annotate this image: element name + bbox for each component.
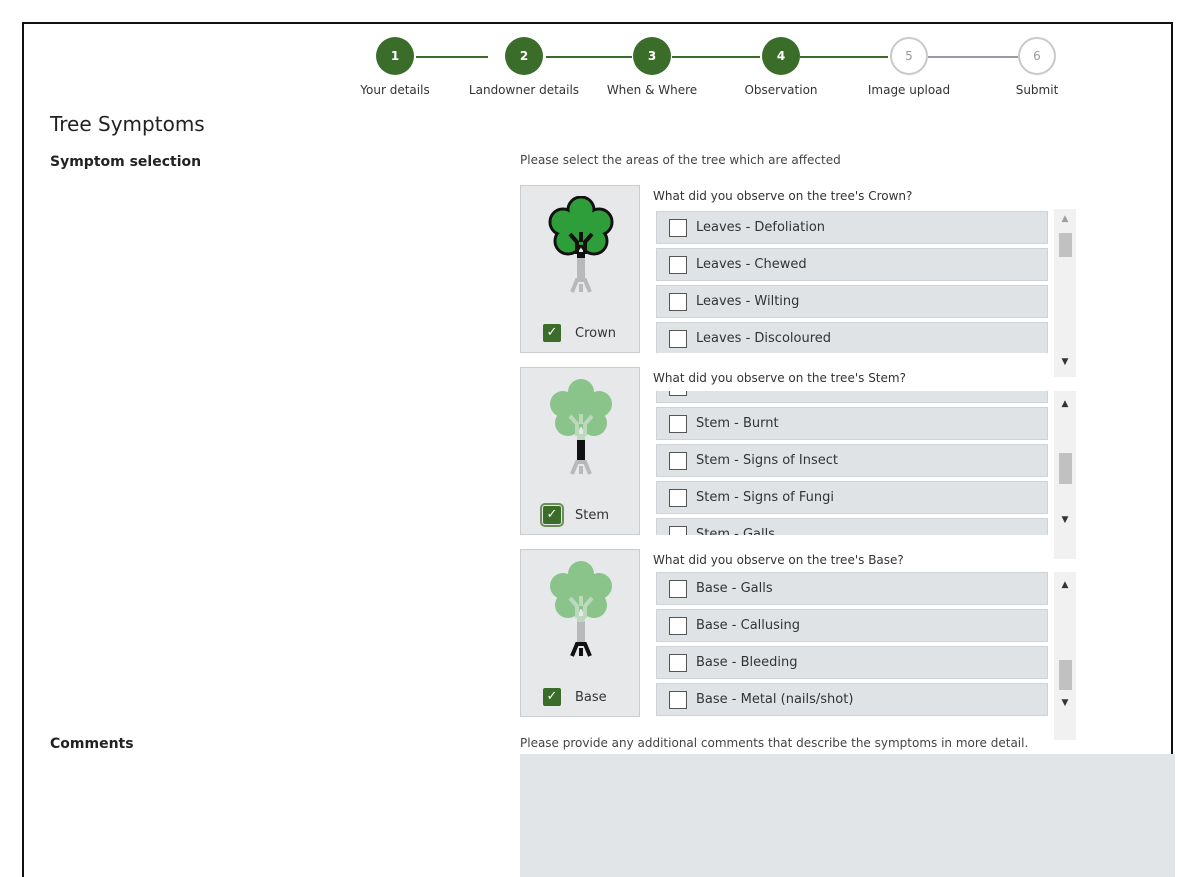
- option-checkbox[interactable]: [669, 653, 687, 672]
- base-scrollbar[interactable]: ▲ ▼: [1054, 572, 1076, 740]
- step-landowner-details[interactable]: 2 Landowner details: [454, 37, 594, 97]
- step-submit[interactable]: 6 Submit: [967, 37, 1107, 97]
- tree-crown-highlight-icon: [548, 196, 614, 293]
- list-item[interactable]: Leaves - Chewed: [656, 248, 1048, 281]
- option-checkbox[interactable]: [669, 292, 687, 311]
- checkbox-checked-icon: ✓: [543, 688, 561, 706]
- option-checkbox[interactable]: [669, 391, 687, 396]
- step-number: 4: [762, 37, 800, 75]
- option-label: Leaves - Wilting: [696, 294, 800, 309]
- option-label: Base - Metal (nails/shot): [696, 692, 854, 707]
- option-checkbox[interactable]: [669, 329, 687, 348]
- tree-stem-highlight-icon: [550, 379, 612, 475]
- list-item[interactable]: Leaves - Defoliation: [656, 211, 1048, 244]
- option-checkbox[interactable]: [669, 218, 687, 237]
- list-item[interactable]: Base - Metal (nails/shot): [656, 683, 1048, 716]
- option-checkbox[interactable]: [669, 616, 687, 635]
- stem-label: Stem: [575, 507, 610, 523]
- scroll-down-icon[interactable]: ▼: [1054, 698, 1076, 708]
- option-label: Stem - Burnt: [696, 416, 779, 431]
- list-item[interactable]: Leaves - Wilting: [656, 285, 1048, 318]
- scroll-down-icon[interactable]: ▼: [1054, 357, 1076, 367]
- scroll-up-icon[interactable]: ▲: [1054, 580, 1076, 590]
- step-label: Submit: [1015, 83, 1059, 97]
- list-item[interactable]: Base - Callusing: [656, 609, 1048, 642]
- stem-checkbox[interactable]: ✓ Stem: [540, 503, 610, 527]
- crown-scrollbar[interactable]: ▲ ▼: [1054, 209, 1076, 377]
- step-number: 6: [1018, 37, 1056, 75]
- form-frame: 1 Your details 2 Landowner details 3 Whe…: [22, 22, 1175, 877]
- option-checkbox[interactable]: [669, 690, 687, 709]
- step-number: 2: [505, 37, 543, 75]
- scroll-up-icon[interactable]: ▲: [1054, 214, 1076, 224]
- checkbox-checked-icon: ✓: [543, 324, 561, 342]
- list-item[interactable]: Stem - Galls: [656, 518, 1048, 535]
- option-checkbox[interactable]: [669, 579, 687, 598]
- scroll-up-icon[interactable]: ▲: [1054, 399, 1076, 409]
- step-when-where[interactable]: 3 When & Where: [582, 37, 722, 97]
- step-observation[interactable]: 4 Observation: [711, 37, 851, 97]
- stem-selector[interactable]: ✓ Stem: [520, 367, 640, 535]
- step-your-details[interactable]: 1 Your details: [325, 37, 465, 97]
- list-item[interactable]: Stem - Signs of Insect: [656, 444, 1048, 477]
- scroll-down-icon[interactable]: ▼: [1054, 515, 1076, 525]
- symptom-selection-label: Symptom selection: [50, 154, 202, 170]
- base-checkbox[interactable]: ✓ Base: [543, 688, 607, 706]
- step-label: Landowner details: [468, 83, 580, 97]
- option-label: Leaves - Chewed: [696, 257, 807, 272]
- crown-options-list[interactable]: Leaves - Defoliation Leaves - Chewed Lea…: [656, 209, 1076, 353]
- step-label: Image upload: [867, 83, 951, 97]
- page-title: Tree Symptoms: [50, 112, 205, 136]
- list-item[interactable]: Stem - Burnt: [656, 407, 1048, 440]
- step-label: Observation: [744, 83, 818, 97]
- stem-options-list[interactable]: Stem - Burnt Stem - Signs of Insect Stem…: [656, 391, 1076, 535]
- step-number: 3: [633, 37, 671, 75]
- list-item[interactable]: Base - Bleeding: [656, 646, 1048, 679]
- option-checkbox[interactable]: [669, 451, 687, 470]
- scrollbar-thumb[interactable]: [1059, 660, 1072, 690]
- stem-question: What did you observe on the tree's Stem?: [653, 371, 906, 385]
- option-label: Base - Callusing: [696, 618, 800, 633]
- option-checkbox[interactable]: [669, 255, 687, 274]
- option-checkbox[interactable]: [669, 525, 687, 535]
- step-image-upload[interactable]: 5 Image upload: [839, 37, 979, 97]
- option-checkbox[interactable]: [669, 488, 687, 507]
- crown-question: What did you observe on the tree's Crown…: [653, 189, 913, 203]
- option-label: Base - Bleeding: [696, 655, 798, 670]
- option-label: Stem - Signs of Fungi: [696, 490, 834, 505]
- crown-checkbox[interactable]: ✓ Crown: [543, 324, 616, 342]
- comments-label: Comments: [50, 736, 134, 752]
- step-number: 5: [890, 37, 928, 75]
- list-item[interactable]: [656, 391, 1048, 403]
- crown-selector[interactable]: ✓ Crown: [520, 185, 640, 353]
- option-checkbox[interactable]: [669, 414, 687, 433]
- option-label: Stem - Signs of Insect: [696, 453, 838, 468]
- comments-hint: Please provide any additional comments t…: [520, 736, 1029, 750]
- list-item[interactable]: Leaves - Discoloured: [656, 322, 1048, 353]
- base-question: What did you observe on the tree's Base?: [653, 553, 904, 567]
- tree-base-highlight-icon: [550, 561, 612, 657]
- crown-label: Crown: [575, 325, 616, 341]
- step-label: Your details: [360, 83, 430, 97]
- option-label: Leaves - Discoloured: [696, 331, 832, 346]
- scrollbar-thumb[interactable]: [1059, 233, 1072, 257]
- option-label: Base - Galls: [696, 581, 773, 596]
- base-options-list[interactable]: Base - Galls Base - Callusing Base - Ble…: [656, 572, 1076, 716]
- option-label: Leaves - Defoliation: [696, 220, 826, 235]
- base-label: Base: [575, 689, 607, 705]
- step-number: 1: [376, 37, 414, 75]
- option-label: Stem - Galls: [696, 527, 776, 535]
- comments-textarea[interactable]: [520, 754, 1175, 877]
- list-item[interactable]: Stem - Signs of Fungi: [656, 481, 1048, 514]
- stem-scrollbar[interactable]: ▲ ▼: [1054, 391, 1076, 559]
- base-selector[interactable]: ✓ Base: [520, 549, 640, 717]
- symptom-hint: Please select the areas of the tree whic…: [520, 153, 841, 167]
- scrollbar-thumb[interactable]: [1059, 453, 1072, 484]
- step-label: When & Where: [606, 83, 698, 97]
- checkbox-checked-icon: ✓: [540, 503, 564, 527]
- list-item[interactable]: Base - Galls: [656, 572, 1048, 605]
- progress-stepper: 1 Your details 2 Landowner details 3 Whe…: [24, 24, 1175, 124]
